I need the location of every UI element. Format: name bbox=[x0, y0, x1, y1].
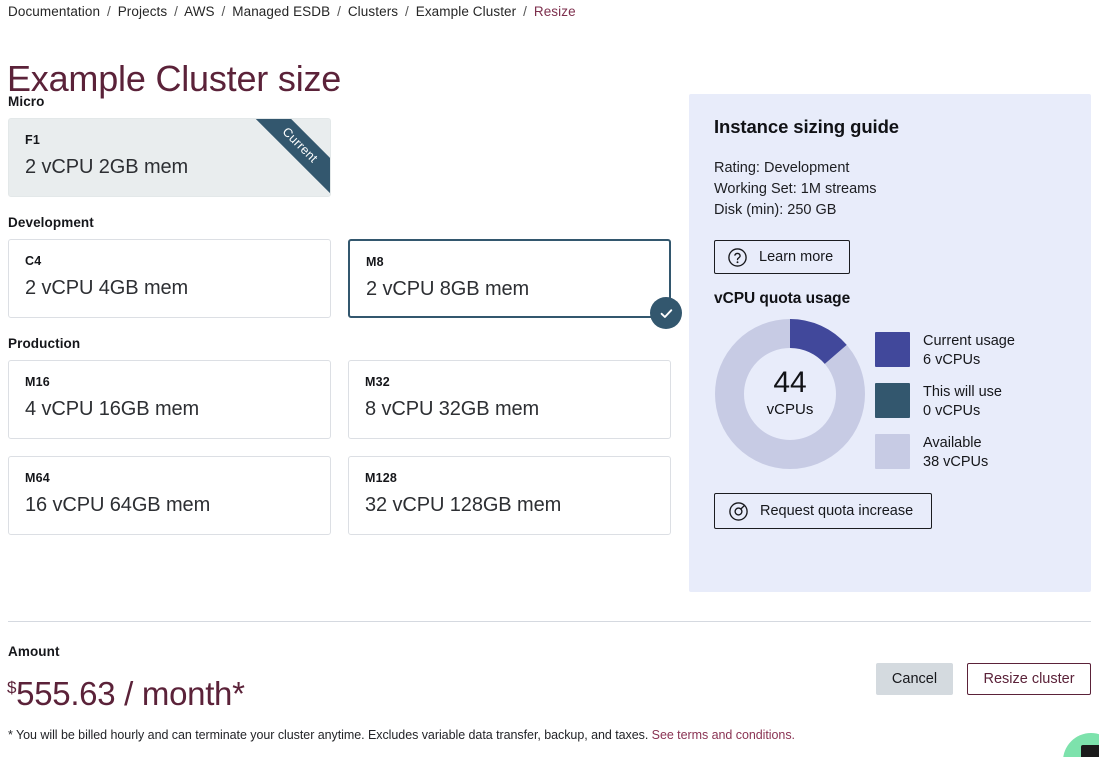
amount-number: 555.63 / month* bbox=[16, 675, 245, 712]
section-title-production: Production bbox=[8, 336, 680, 351]
instance-card-c4[interactable]: C4 2 vCPU 4GB mem bbox=[8, 239, 331, 318]
breadcrumb: Documentation / Projects / AWS / Managed… bbox=[8, 4, 576, 19]
amount-label: Amount bbox=[8, 644, 60, 659]
cancel-button[interactable]: Cancel bbox=[876, 663, 953, 695]
instance-card-f1[interactable]: Current F1 2 vCPU 2GB mem bbox=[8, 118, 331, 197]
instance-card-spec: 4 vCPU 16GB mem bbox=[25, 394, 314, 424]
instance-card-m32[interactable]: M32 8 vCPU 32GB mem bbox=[348, 360, 671, 439]
instance-size-list: Micro Current F1 2 vCPU 2GB mem Developm… bbox=[0, 94, 680, 552]
instance-card-m128[interactable]: M128 32 vCPU 128GB mem bbox=[348, 456, 671, 535]
breadcrumb-item-aws[interactable]: AWS bbox=[184, 4, 215, 19]
instance-card-name: C4 bbox=[25, 253, 314, 269]
breadcrumb-item-projects[interactable]: Projects bbox=[118, 4, 168, 19]
card-row-development: C4 2 vCPU 4GB mem M8 2 vCPU 8GB mem bbox=[0, 239, 680, 318]
card-row-production-1: M16 4 vCPU 16GB mem M32 8 vCPU 32GB mem bbox=[0, 360, 680, 439]
legend-swatch-available bbox=[875, 434, 910, 469]
breadcrumb-item-example-cluster[interactable]: Example Cluster bbox=[416, 4, 517, 19]
resize-cluster-page: Documentation / Projects / AWS / Managed… bbox=[0, 0, 1099, 757]
instance-sizing-guide-panel: Instance sizing guide Rating: Developmen… bbox=[689, 94, 1091, 592]
breadcrumb-separator: / bbox=[405, 4, 409, 19]
legend-item-available: Available 38 vCPUs bbox=[875, 434, 1015, 472]
breadcrumb-separator: / bbox=[523, 4, 527, 19]
card-row-production-2: M64 16 vCPU 64GB mem M128 32 vCPU 128GB … bbox=[0, 456, 680, 535]
request-quota-increase-button[interactable]: Request quota increase bbox=[714, 493, 932, 529]
breadcrumb-item-documentation[interactable]: Documentation bbox=[8, 4, 100, 19]
footnote-text: * You will be billed hourly and can term… bbox=[8, 728, 652, 742]
section-title-micro: Micro bbox=[8, 94, 680, 109]
instance-card-m16[interactable]: M16 4 vCPU 16GB mem bbox=[8, 360, 331, 439]
amount-value: $555.63 / month* bbox=[7, 672, 245, 716]
currency-symbol: $ bbox=[7, 678, 16, 697]
selected-check-icon bbox=[650, 297, 682, 329]
breadcrumb-item-managed-esdb[interactable]: Managed ESDB bbox=[232, 4, 330, 19]
footer-divider bbox=[8, 621, 1091, 622]
terms-and-conditions-link[interactable]: See terms and conditions. bbox=[652, 728, 795, 742]
quota-chart-legend: Current usage 6 vCPUs This will use 0 vC… bbox=[875, 332, 1015, 485]
request-quota-increase-label: Request quota increase bbox=[760, 503, 913, 519]
guide-specs: Rating: Development Working Set: 1M stre… bbox=[714, 158, 877, 221]
vcpu-quota-donut-chart: 44 vCPUs bbox=[712, 316, 868, 472]
learn-more-button[interactable]: Learn more bbox=[714, 240, 850, 274]
legend-swatch-current-usage bbox=[875, 332, 910, 367]
legend-label-current-usage: Current usage bbox=[923, 332, 1015, 351]
guide-title: Instance sizing guide bbox=[714, 116, 899, 138]
chat-widget-button[interactable] bbox=[1063, 733, 1099, 757]
billing-footnote: * You will be billed hourly and can term… bbox=[8, 728, 795, 742]
legend-item-current-usage: Current usage 6 vCPUs bbox=[875, 332, 1015, 370]
breadcrumb-separator: / bbox=[222, 4, 226, 19]
breadcrumb-item-clusters[interactable]: Clusters bbox=[348, 4, 398, 19]
instance-card-name: M32 bbox=[365, 374, 654, 390]
guide-working-set-line: Working Set: 1M streams bbox=[714, 179, 877, 200]
instance-card-spec: 2 vCPU 2GB mem bbox=[25, 152, 314, 182]
instance-card-m8[interactable]: M8 2 vCPU 8GB mem bbox=[348, 239, 671, 318]
instance-card-m64[interactable]: M64 16 vCPU 64GB mem bbox=[8, 456, 331, 535]
quota-usage-title: vCPU quota usage bbox=[714, 290, 850, 308]
breadcrumb-separator: / bbox=[174, 4, 178, 19]
instance-card-name: M8 bbox=[366, 254, 653, 270]
instance-card-spec: 16 vCPU 64GB mem bbox=[25, 490, 314, 520]
target-circle-icon bbox=[728, 501, 749, 522]
section-title-development: Development bbox=[8, 215, 680, 230]
instance-card-spec: 32 vCPU 128GB mem bbox=[365, 490, 654, 520]
learn-more-label: Learn more bbox=[759, 249, 833, 265]
chat-widget-icon bbox=[1081, 745, 1099, 757]
breadcrumb-item-resize[interactable]: Resize bbox=[534, 4, 576, 19]
breadcrumb-separator: / bbox=[337, 4, 341, 19]
resize-cluster-button[interactable]: Resize cluster bbox=[967, 663, 1091, 695]
legend-label-this-will-use: This will use bbox=[923, 383, 1002, 402]
legend-value-current-usage: 6 vCPUs bbox=[923, 351, 1015, 370]
legend-value-this-will-use: 0 vCPUs bbox=[923, 402, 1002, 421]
instance-card-name: M128 bbox=[365, 470, 654, 486]
card-row-micro: Current F1 2 vCPU 2GB mem bbox=[0, 118, 680, 197]
instance-card-name: M64 bbox=[25, 470, 314, 486]
legend-swatch-this-will-use bbox=[875, 383, 910, 418]
question-circle-icon bbox=[727, 247, 748, 268]
instance-card-name: M16 bbox=[25, 374, 314, 390]
guide-rating-line: Rating: Development bbox=[714, 158, 877, 179]
breadcrumb-separator: / bbox=[107, 4, 111, 19]
guide-disk-line: Disk (min): 250 GB bbox=[714, 200, 877, 221]
legend-value-available: 38 vCPUs bbox=[923, 453, 988, 472]
legend-label-available: Available bbox=[923, 434, 988, 453]
instance-card-spec: 2 vCPU 4GB mem bbox=[25, 273, 314, 303]
instance-card-spec: 8 vCPU 32GB mem bbox=[365, 394, 654, 424]
legend-item-this-will-use: This will use 0 vCPUs bbox=[875, 383, 1015, 421]
instance-card-spec: 2 vCPU 8GB mem bbox=[366, 274, 653, 304]
